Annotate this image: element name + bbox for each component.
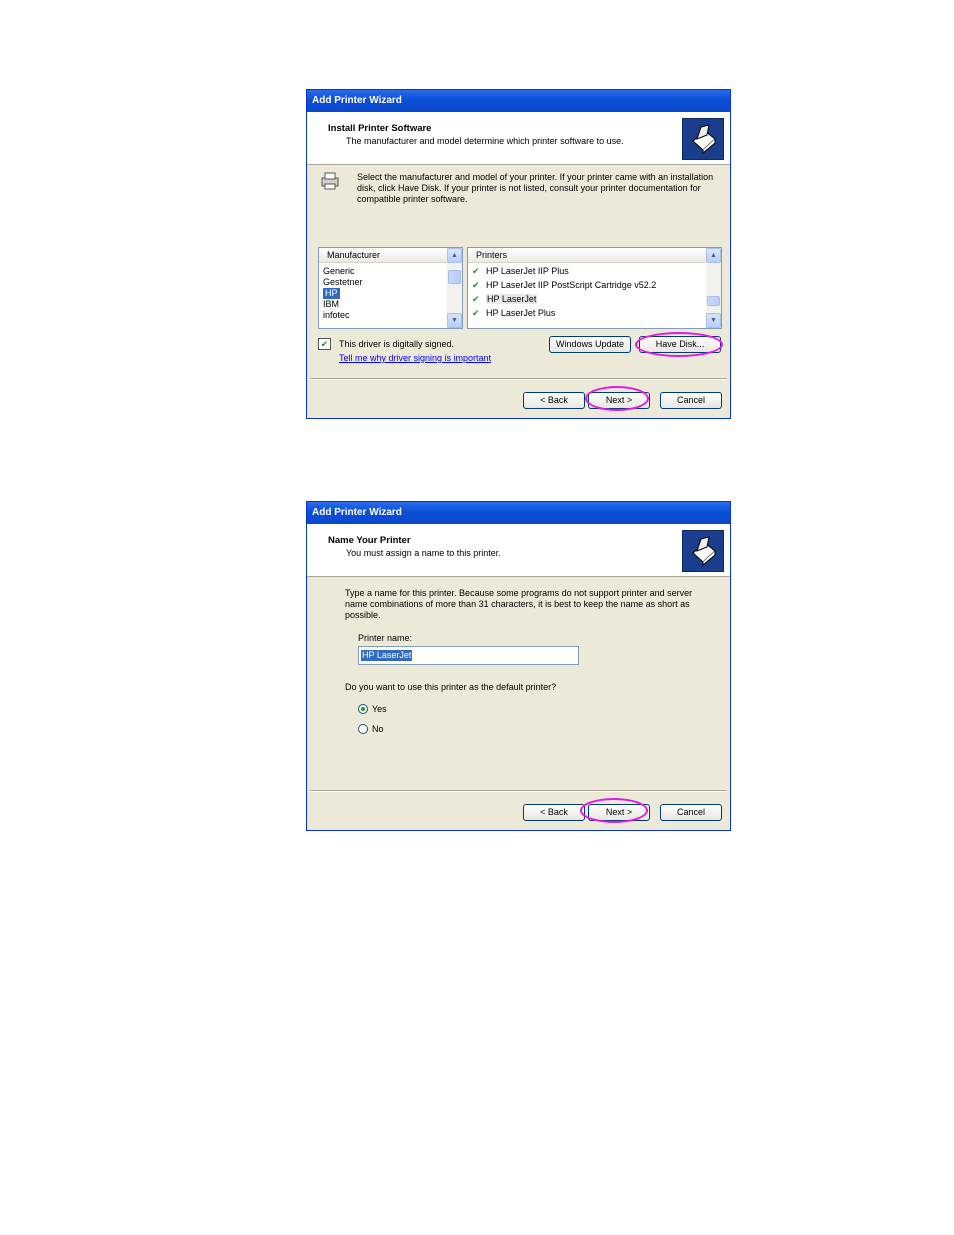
printer-item-label: HP LaserJet IIP Plus	[486, 266, 569, 276]
printer-item-label: HP LaserJet Plus	[486, 308, 556, 318]
printers-list[interactable]: Printers ✔ HP LaserJet IIP Plus ✔ HP Las…	[467, 247, 722, 329]
printer-item-label: HP LaserJet IIP PostScript Cartridge v52…	[486, 280, 657, 290]
printer-wizard-icon	[682, 118, 724, 160]
scroll-up-icon[interactable]: ▲	[447, 248, 462, 263]
manufacturer-list[interactable]: Manufacturer Generic Gestetner HP IBM in…	[318, 247, 463, 329]
no-radio[interactable]	[358, 724, 368, 734]
printer-driver-icon: ✔	[472, 280, 480, 290]
footer-divider	[310, 378, 727, 379]
windows-update-button[interactable]: Windows Update	[549, 336, 631, 353]
printers-scrollbar[interactable]: ▲ ▼	[706, 248, 721, 328]
window-title: Add Printer Wizard	[307, 502, 730, 524]
header-subtitle: The manufacturer and model determine whi…	[346, 136, 624, 146]
no-label[interactable]: No	[372, 724, 384, 735]
driver-signing-link[interactable]: Tell me why driver signing is important	[339, 353, 491, 364]
wizard-header: Install Printer Software The manufacture…	[307, 112, 730, 165]
printer-driver-icon: ✔	[472, 294, 480, 304]
manufacturer-scrollbar[interactable]: ▲ ▼	[447, 248, 462, 328]
printer-name-value: HP LaserJet	[361, 650, 413, 661]
window-title: Add Printer Wizard	[307, 90, 730, 112]
list-item[interactable]: ✔ HP LaserJet IIP Plus	[472, 266, 569, 277]
add-printer-wizard-name-printer: Add Printer Wizard Name Your Printer You…	[306, 501, 731, 831]
instruction-line-2: disk, click Have Disk. If your printer i…	[357, 183, 701, 193]
header-subtitle: You must assign a name to this printer.	[346, 548, 501, 558]
back-button[interactable]: < Back	[523, 804, 585, 821]
highlight-ring	[635, 332, 723, 357]
list-item[interactable]: infotec	[323, 310, 350, 321]
add-printer-wizard-install-software: Add Printer Wizard Install Printer Softw…	[306, 89, 731, 419]
header-title: Install Printer Software	[328, 123, 432, 134]
driver-signed-text: This driver is digitally signed.	[339, 339, 455, 349]
yes-label[interactable]: Yes	[372, 704, 387, 715]
list-item[interactable]: ✔ HP LaserJet IIP PostScript Cartridge v…	[472, 280, 656, 291]
instruction-line-1: Select the manufacturer and model of you…	[357, 172, 714, 182]
list-item-selected[interactable]: HP	[323, 288, 340, 299]
driver-signed-icon: ✔	[318, 338, 331, 350]
instruction-line-2: name combinations of more than 31 charac…	[345, 599, 690, 609]
back-button[interactable]: < Back	[523, 392, 585, 409]
scroll-down-icon[interactable]: ▼	[447, 313, 462, 328]
scroll-thumb[interactable]	[448, 270, 461, 284]
printer-icon	[319, 170, 341, 192]
cancel-button[interactable]: Cancel	[660, 392, 722, 409]
cancel-button[interactable]: Cancel	[660, 804, 722, 821]
list-item[interactable]: ✔ HP LaserJet Plus	[472, 308, 555, 319]
instruction-line-3: compatible printer software.	[357, 194, 468, 204]
list-item[interactable]: Generic	[323, 266, 355, 277]
footer-divider	[310, 790, 727, 791]
printer-driver-icon: ✔	[472, 266, 480, 276]
printer-item-label: HP LaserJet	[486, 294, 538, 304]
scroll-up-icon[interactable]: ▲	[706, 248, 721, 263]
yes-radio[interactable]	[358, 704, 368, 714]
printer-name-input[interactable]: HP LaserJet	[358, 646, 579, 665]
highlight-ring	[585, 386, 649, 411]
instruction-line-3: possible.	[345, 610, 381, 620]
wizard-header: Name Your Printer You must assign a name…	[307, 524, 730, 577]
printers-column-header[interactable]: Printers	[468, 248, 708, 263]
scroll-thumb[interactable]	[707, 296, 720, 306]
printer-driver-icon: ✔	[472, 308, 480, 318]
header-title: Name Your Printer	[328, 535, 411, 546]
manufacturer-column-header[interactable]: Manufacturer	[319, 248, 449, 263]
scroll-down-icon[interactable]: ▼	[706, 313, 721, 328]
list-item[interactable]: IBM	[323, 299, 339, 310]
list-item-selected[interactable]: ✔ HP LaserJet	[472, 294, 538, 305]
list-item[interactable]: Gestetner	[323, 277, 363, 288]
printer-name-label: Printer name:	[358, 633, 413, 643]
instruction-line-1: Type a name for this printer. Because so…	[345, 588, 693, 598]
default-printer-question: Do you want to use this printer as the d…	[345, 682, 557, 692]
highlight-ring	[580, 798, 648, 823]
printer-wizard-icon	[682, 530, 724, 572]
